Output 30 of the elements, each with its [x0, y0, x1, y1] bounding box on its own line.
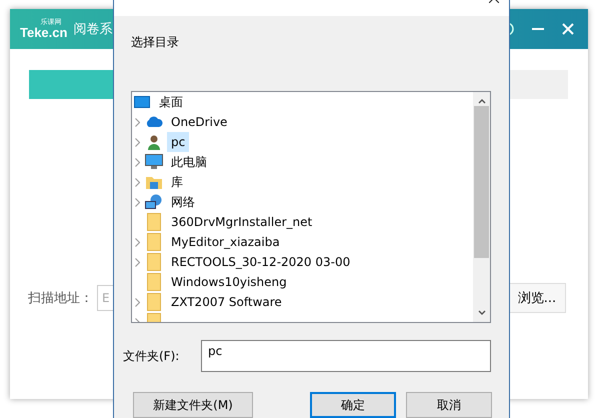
scrollbar[interactable]	[473, 92, 490, 322]
tree-item[interactable]: 此电脑	[167, 152, 211, 172]
tree-item[interactable]: 360DrvMgrInstaller_net	[167, 212, 316, 232]
dialog-button[interactable]: 确定	[310, 392, 396, 418]
tree-item[interactable]: ZXT2007 Software	[167, 292, 286, 312]
cloud-icon	[145, 116, 163, 128]
user-icon	[147, 134, 161, 150]
browse-button[interactable]: 浏览...	[508, 283, 566, 313]
desktop-icon	[134, 95, 150, 109]
tree-item[interactable]: 网络	[167, 192, 199, 212]
tree-item[interactable]: 库	[167, 172, 187, 192]
computer-icon	[145, 154, 163, 170]
tree-item[interactable]: pc	[167, 132, 190, 152]
prompt-text: 选择目录	[131, 34, 180, 50]
tree-item[interactable]: Windows10yisheng	[167, 272, 291, 292]
scroll-up-icon[interactable]	[478, 98, 486, 104]
scroll-down-icon[interactable]	[478, 310, 486, 316]
folder-field[interactable]: pc	[201, 340, 491, 372]
dialog-button[interactable]: 新建文件夹(M)	[133, 392, 253, 418]
app-title: 阅卷系	[73, 21, 112, 38]
network-icon	[145, 194, 163, 210]
dialog-button[interactable]: 取消	[406, 392, 492, 418]
tree-item[interactable]: OneDrive	[167, 112, 232, 132]
tree-item[interactable]: MyEditor_xiazaiba	[167, 232, 284, 252]
folder-label: 文件夹(F):	[123, 348, 180, 364]
logo: Teke.cn	[20, 26, 68, 39]
tree-item[interactable]: RECTOOLS_30-12-2020 03-00	[167, 252, 354, 272]
tree-item[interactable]: 桌面	[155, 92, 187, 112]
library-icon	[145, 174, 163, 190]
scan-address-label: 扫描地址：	[28, 290, 94, 307]
